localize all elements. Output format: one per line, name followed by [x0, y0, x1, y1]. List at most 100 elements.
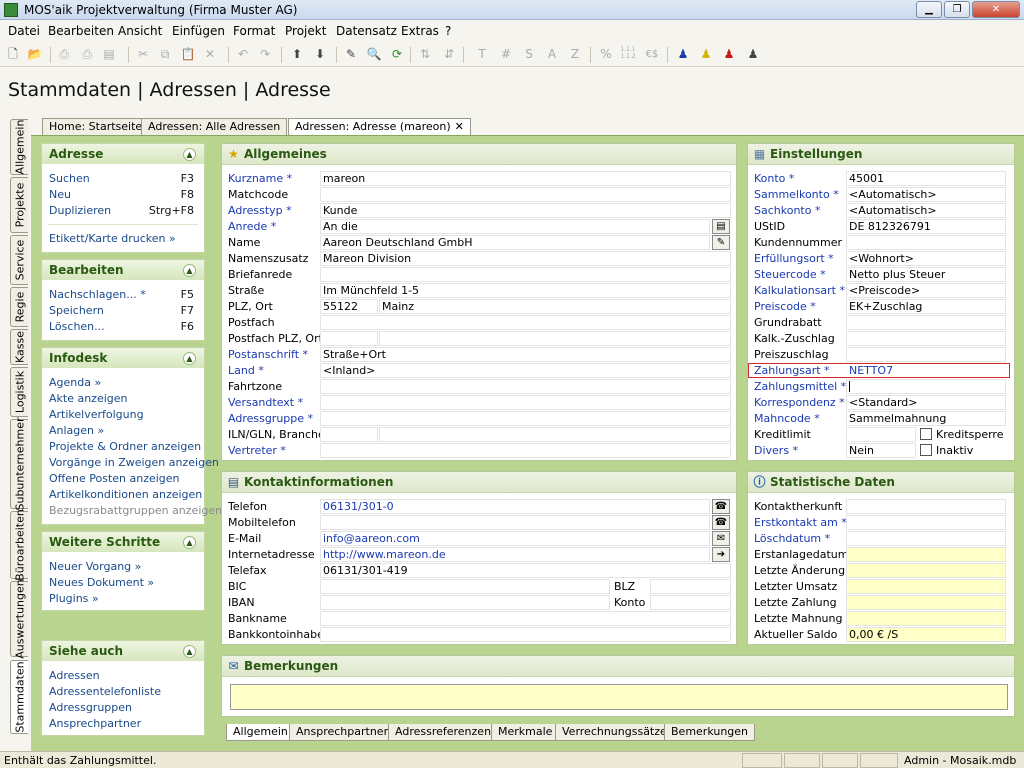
refresh-icon[interactable]: ⟳: [388, 46, 406, 63]
link-neues-dokument[interactable]: Neues Dokument »: [49, 576, 154, 589]
link-ansprechpartner[interactable]: Ansprechpartner: [49, 717, 141, 730]
inaktiv-checkbox[interactable]: [920, 444, 932, 456]
vtab-kasse[interactable]: Kasse: [10, 329, 28, 365]
user-yellow-icon[interactable]: ♟: [697, 46, 715, 63]
field-erstkontakt-am[interactable]: [846, 515, 1006, 530]
menu-einfuegen[interactable]: Einfügen: [172, 24, 225, 38]
field-postfach-plz-ort-1[interactable]: [320, 331, 378, 346]
field-kundennummer[interactable]: [846, 235, 1006, 250]
link-neu[interactable]: Neu: [49, 188, 71, 201]
menu-help[interactable]: ?: [445, 24, 451, 38]
field-straße[interactable]: Im Münchfeld 1-5: [320, 283, 731, 298]
field-telefon[interactable]: 06131/301-0: [320, 499, 710, 514]
field-label[interactable]: Land *: [228, 364, 264, 377]
field-blz[interactable]: [650, 579, 731, 594]
field-bankkontoinhaber[interactable]: [320, 627, 731, 642]
field-label[interactable]: Löschdatum *: [754, 532, 830, 545]
field-kalkulationsart[interactable]: <Preiscode>: [846, 283, 1006, 298]
field-label[interactable]: Adresstyp *: [228, 204, 292, 217]
btab-ansprechpartner[interactable]: Ansprechpartner: [289, 724, 396, 741]
field-label[interactable]: Konto *: [754, 172, 794, 185]
print-icon[interactable]: ⎙: [55, 46, 73, 63]
close-tab-icon[interactable]: ✕: [455, 120, 464, 133]
sort-az-icon[interactable]: ⇅: [416, 46, 434, 63]
field-iln-gln-branche-2[interactable]: [379, 427, 731, 442]
field-anrede[interactable]: An die: [320, 219, 710, 234]
field-label[interactable]: Adressgruppe *: [228, 412, 313, 425]
field-label[interactable]: Sachkonto *: [754, 204, 820, 217]
bemerkungen-textarea[interactable]: [230, 684, 1008, 710]
vtab-subunternehmer[interactable]: Subunternehmer: [10, 417, 28, 511]
field-steuercode[interactable]: Netto plus Steuer: [846, 267, 1006, 282]
field-vertreter[interactable]: [320, 443, 731, 458]
btab-adressreferenzen[interactable]: Adressreferenzen: [388, 724, 499, 741]
menu-format[interactable]: Format: [233, 24, 275, 38]
mobile-phone-icon[interactable]: ☎: [712, 515, 730, 530]
field-iln-gln-branche-1[interactable]: [320, 427, 378, 442]
link-projekte-ordner[interactable]: Projekte & Ordner anzeigen: [49, 440, 201, 453]
arrow-up-icon[interactable]: ⬆: [288, 46, 306, 63]
collapse-icon[interactable]: ▲: [183, 264, 196, 277]
field-erfüllungsort[interactable]: <Wohnort>: [846, 251, 1006, 266]
field-label[interactable]: Erfüllungsort *: [754, 252, 834, 265]
link-etikett-drucken[interactable]: Etikett/Karte drucken »: [49, 232, 176, 245]
field-label[interactable]: Zahlungsmittel *: [754, 380, 846, 393]
field-ustid[interactable]: DE 812326791: [846, 219, 1006, 234]
vtab-auswertungen[interactable]: Auswertungen: [10, 579, 28, 659]
format-a-icon[interactable]: A: [543, 46, 561, 63]
email-icon[interactable]: ✉: [712, 531, 730, 546]
doctab-alle-adressen[interactable]: Adressen: Alle Adressen: [141, 118, 288, 135]
field-mobiltelefon[interactable]: [320, 515, 710, 530]
field-sachkonto[interactable]: <Automatisch>: [846, 203, 1006, 218]
field-telefax[interactable]: 06131/301-419: [320, 563, 731, 578]
collapse-icon[interactable]: ▲: [183, 645, 196, 658]
field-label[interactable]: Versandtext *: [228, 396, 303, 409]
btab-bemerkungen[interactable]: Bemerkungen: [664, 724, 756, 741]
link-artikelkonditionen[interactable]: Artikelkonditionen anzeigen: [49, 488, 202, 501]
link-speichern[interactable]: Speichern: [49, 304, 104, 317]
sort-icon[interactable]: ⇵: [440, 46, 458, 63]
field-korrespondenz[interactable]: <Standard>: [846, 395, 1006, 410]
kreditsperre-checkbox[interactable]: [920, 428, 932, 440]
field-plz-ort-2[interactable]: Mainz: [379, 299, 731, 314]
field-label[interactable]: Kurzname *: [228, 172, 292, 185]
format-t-icon[interactable]: T: [473, 46, 491, 63]
maximize-button[interactable]: ❐: [944, 1, 970, 18]
vtab-allgemein[interactable]: Allgemein: [10, 119, 28, 175]
field-kontaktherkunft[interactable]: [846, 499, 1006, 514]
field-bankname[interactable]: [320, 611, 731, 626]
minimize-button[interactable]: ▁: [916, 1, 942, 18]
field-grundrabatt[interactable]: [846, 315, 1006, 330]
undo-icon[interactable]: ↶: [234, 46, 252, 63]
link-bezugsrabattgruppen[interactable]: Bezugsrabattgruppen anzeigen: [49, 504, 222, 517]
field-postanschrift[interactable]: Straße+Ort: [320, 347, 731, 362]
field-versandtext[interactable]: [320, 395, 731, 410]
menu-projekt[interactable]: Projekt: [285, 24, 326, 38]
link-artikelverfolgung[interactable]: Artikelverfolgung: [49, 408, 144, 421]
field-iban[interactable]: [320, 595, 610, 610]
vtab-projekte[interactable]: Projekte: [10, 177, 28, 233]
field-e-mail[interactable]: info@aareon.com: [320, 531, 710, 546]
link-neuer-vorgang[interactable]: Neuer Vorgang »: [49, 560, 141, 573]
page-setup-icon[interactable]: ▤: [100, 46, 118, 63]
btab-merkmale[interactable]: Merkmale: [491, 724, 560, 741]
new-document-icon[interactable]: 🗋: [4, 46, 22, 63]
link-akte-anzeigen[interactable]: Akte anzeigen: [49, 392, 128, 405]
link-adressentelefonliste[interactable]: Adressentelefonliste: [49, 685, 161, 698]
field-kalk-zuschlag[interactable]: [846, 331, 1006, 346]
field-divers[interactable]: Nein: [846, 443, 916, 458]
field-namenszusatz[interactable]: Mareon Division: [320, 251, 731, 266]
vtab-regie[interactable]: Regie: [10, 287, 28, 327]
link-loeschen[interactable]: Löschen...: [49, 320, 105, 333]
vtab-logistik[interactable]: Logistik: [10, 367, 28, 417]
currency-icon[interactable]: €$: [643, 46, 661, 63]
vtab-bueroarbeiten[interactable]: Büroarbeiten: [10, 509, 28, 581]
field-label[interactable]: Postanschrift *: [228, 348, 308, 361]
collapse-icon[interactable]: ▲: [183, 352, 196, 365]
delete-icon[interactable]: ✕: [201, 46, 219, 63]
paste-icon[interactable]: 📋: [179, 46, 197, 63]
field-bic[interactable]: [320, 579, 610, 594]
field-matchcode[interactable]: [320, 187, 731, 202]
field-kreditlimit[interactable]: [846, 427, 916, 442]
field-label[interactable]: Sammelkonto *: [754, 188, 839, 201]
